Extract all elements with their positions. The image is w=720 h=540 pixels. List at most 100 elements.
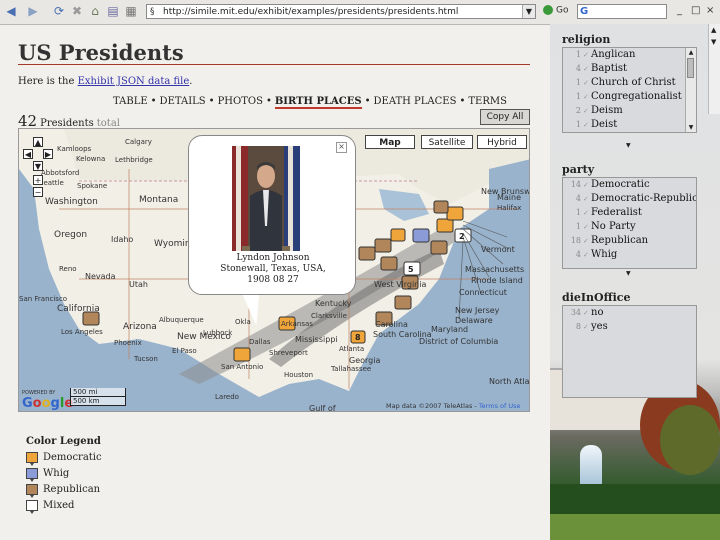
url-dropdown-icon[interactable]: ▼: [522, 5, 535, 18]
map-marker[interactable]: [436, 218, 454, 233]
map-label: Spokane: [77, 182, 107, 190]
legend-title: Color Legend: [26, 436, 101, 447]
map-type-map-button[interactable]: Map: [365, 135, 415, 149]
facet-item[interactable]: 1 ✓ Anglican: [563, 48, 696, 62]
map-label: Los Angeles: [61, 328, 103, 336]
map-scale: 500 mi 500 km: [70, 388, 126, 406]
map-label: Tucson: [133, 355, 158, 363]
facet-item[interactable]: 1 ✓ Church of Christ: [563, 76, 696, 90]
url-text: http://simile.mit.edu/exhibit/examples/p…: [163, 7, 459, 17]
facet-item[interactable]: 4✓Democratic-Republican: [563, 192, 696, 206]
facet-item[interactable]: 1 ✓ Congregationalist: [563, 90, 696, 104]
popup-place: Stonewall, Texas, USA,: [220, 264, 326, 274]
facet-collapse-icon[interactable]: ▼: [626, 142, 631, 149]
map-marker[interactable]: [390, 228, 406, 242]
map-type-satellite-button[interactable]: Satellite: [421, 135, 473, 149]
scale-miles: 500 mi: [70, 388, 126, 397]
map-type-hybrid-button[interactable]: Hybrid: [477, 135, 527, 149]
forward-icon[interactable]: ▶: [26, 4, 40, 18]
facet-item[interactable]: 14 ✓ Democratic: [563, 178, 696, 192]
popup-date: 1908 08 27: [247, 275, 299, 285]
scroll-down-icon[interactable]: ▼: [686, 123, 696, 132]
map-label: Kentucky: [315, 299, 352, 308]
minimize-button[interactable]: _: [677, 5, 682, 16]
map-marker[interactable]: [446, 206, 464, 221]
terms-of-use-link[interactable]: Terms of Use: [479, 402, 521, 410]
facet-item[interactable]: 34 ✓ no: [563, 306, 696, 320]
zoom-in-icon[interactable]: +: [33, 175, 43, 185]
map-label: Massachusetts: [465, 265, 524, 274]
maximize-button[interactable]: □: [691, 5, 700, 16]
map-marker[interactable]: [358, 246, 376, 261]
facet-item[interactable]: 1 ✓ No Party: [563, 220, 696, 234]
facet-item[interactable]: 8 ✓ yes: [563, 320, 696, 334]
legend-item-republican: Republican: [26, 483, 100, 498]
tab-photos[interactable]: PHOTOS: [218, 96, 263, 107]
tab-terms[interactable]: TERMS: [468, 96, 507, 107]
map-label: Carolina: [375, 320, 408, 329]
home-icon[interactable]: ⌂: [88, 4, 102, 18]
map-marker[interactable]: [430, 240, 448, 255]
legend-swatch-icon: [26, 484, 38, 498]
pan-up-icon[interactable]: ▲: [33, 137, 43, 147]
json-data-link[interactable]: Exhibit JSON data file: [78, 76, 190, 87]
tab-table[interactable]: TABLE: [113, 96, 148, 107]
map-marker[interactable]: [394, 295, 412, 310]
back-icon[interactable]: ◀: [4, 4, 18, 18]
tab-birth-places[interactable]: BIRTH PLACES: [274, 96, 362, 109]
map-label: Washington: [45, 197, 98, 207]
map-marker[interactable]: [412, 228, 430, 243]
map-label: Gulf of: [309, 404, 336, 412]
map-label: San Antonio: [221, 363, 263, 371]
facet-collapse-icon[interactable]: ▼: [626, 270, 631, 277]
map-label: Reno: [59, 265, 77, 273]
window-scrollbar[interactable]: ▲ ▼: [708, 24, 720, 114]
facet-item[interactable]: 1 ✓ Federalist: [563, 206, 696, 220]
scroll-up-icon[interactable]: ▲: [686, 48, 696, 57]
reload-icon[interactable]: ⟳: [52, 4, 66, 18]
popup-name: Lyndon Johnson: [236, 253, 310, 263]
browser-toolbar: ◀ ▶ ⟳ ✖ ⌂ ▤ ▦ § http://simile.mit.edu/ex…: [0, 0, 720, 25]
map-label: West Virginia: [374, 280, 426, 289]
copy-all-button[interactable]: Copy All: [480, 109, 530, 125]
svg-text:2: 2: [459, 232, 465, 241]
map-label: Montana: [139, 195, 178, 205]
map-marker[interactable]: [233, 347, 251, 362]
svg-text:5: 5: [408, 265, 414, 274]
scale-km: 500 km: [70, 397, 126, 406]
pan-left-icon[interactable]: ◀: [23, 149, 33, 159]
popup-close-icon[interactable]: ×: [336, 142, 347, 153]
facet-item[interactable]: 1 ✓ Deist: [563, 118, 696, 132]
facet-title-dieinoffice: dieInOffice: [562, 291, 631, 304]
map-marker[interactable]: [433, 200, 449, 214]
svg-text:8: 8: [355, 333, 361, 342]
map-label: Rhode Island: [471, 276, 523, 285]
bookmark-icon[interactable]: ▤: [106, 4, 120, 18]
map-marker[interactable]: [380, 256, 398, 271]
info-popup: × Lyndon Johnson Stonewall, Texas, USA, …: [188, 135, 356, 295]
pan-down-icon[interactable]: ▼: [33, 161, 43, 171]
page-favicon-icon: §: [150, 7, 155, 17]
map-label: Mississippi: [295, 335, 338, 344]
map-label: El Paso: [172, 347, 197, 355]
map-label: Oregon: [54, 230, 87, 240]
tab-death-places[interactable]: DEATH PLACES: [374, 96, 457, 107]
facet-item[interactable]: 18 ✓ Republican: [563, 234, 696, 248]
pan-right-icon[interactable]: ▶: [43, 149, 53, 159]
facet-scrollbar[interactable]: ▲ ▼: [685, 48, 696, 132]
url-bar[interactable]: § http://simile.mit.edu/exhibit/examples…: [146, 4, 536, 19]
tab-details[interactable]: DETAILS: [160, 96, 206, 107]
scroll-thumb[interactable]: [687, 58, 694, 78]
stop-icon[interactable]: ✖: [70, 4, 84, 18]
facet-item[interactable]: 2 ✓ Deism: [563, 104, 696, 118]
go-button[interactable]: Go: [543, 5, 568, 16]
search-box[interactable]: G: [577, 4, 667, 19]
map-marker[interactable]: [374, 238, 392, 253]
close-window-button[interactable]: ×: [706, 5, 714, 16]
facet-item[interactable]: 4 ✓ Baptist: [563, 62, 696, 76]
map-label: Nevada: [85, 272, 116, 281]
print-icon[interactable]: ▦: [124, 4, 138, 18]
facet-item[interactable]: 4 ✓ Whig: [563, 248, 696, 262]
zoom-out-icon[interactable]: −: [33, 187, 43, 197]
facet-title-party: party: [562, 163, 595, 176]
